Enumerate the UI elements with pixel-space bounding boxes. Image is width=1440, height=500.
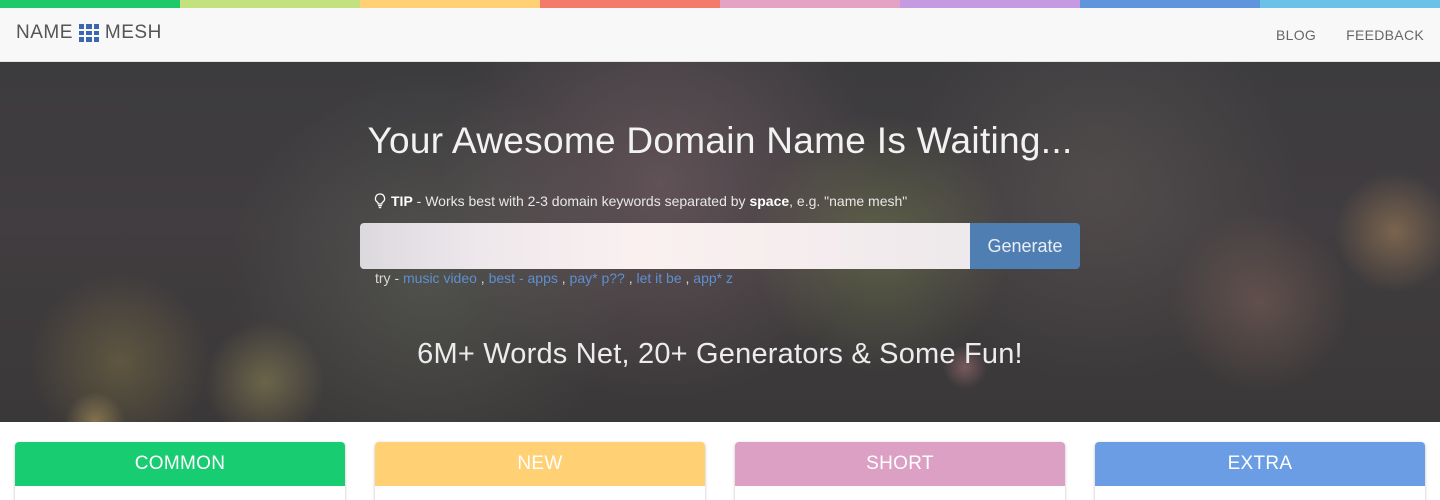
try-example-link[interactable]: best - apps: [489, 270, 558, 286]
try-example-link[interactable]: let it be: [636, 270, 681, 286]
color-strip-segment: [180, 0, 360, 8]
card-header: NEW: [375, 442, 705, 486]
category-cards: COMMON NEW SHORT EXTRA: [0, 442, 1440, 500]
navbar: NAME MESH BLOG FEEDBACK: [0, 8, 1440, 62]
card-header: SHORT: [735, 442, 1065, 486]
tip-text-after: , e.g. "name mesh": [789, 193, 908, 209]
nav-links: BLOG FEEDBACK: [1276, 27, 1424, 43]
generate-button[interactable]: Generate: [970, 223, 1080, 269]
color-strip-segment: [1260, 0, 1440, 8]
logo-text-left: NAME: [16, 22, 73, 43]
lightbulb-icon: [374, 193, 386, 209]
color-strip-segment: [0, 0, 180, 8]
hero-subtitle: 6M+ Words Net, 20+ Generators & Some Fun…: [417, 338, 1023, 370]
tip-text-before: - Works best with 2-3 domain keywords se…: [412, 193, 750, 209]
tip-label: TIP: [391, 193, 413, 209]
domain-keyword-input[interactable]: [360, 223, 970, 269]
card-common[interactable]: COMMON: [15, 442, 345, 500]
tip-line: TIP - Works best with 2-3 domain keyword…: [374, 193, 907, 209]
color-strip-segment: [1080, 0, 1260, 8]
color-strip-segment: [720, 0, 900, 8]
card-header: EXTRA: [1095, 442, 1425, 486]
color-strip-segment: [900, 0, 1080, 8]
card-extra[interactable]: EXTRA: [1095, 442, 1425, 500]
color-strip-segment: [540, 0, 720, 8]
try-example-link[interactable]: app* z: [693, 270, 733, 286]
try-prefix: try -: [375, 270, 400, 286]
card-header: COMMON: [15, 442, 345, 486]
nav-link-feedback[interactable]: FEEDBACK: [1346, 27, 1424, 43]
hero-section: Your Awesome Domain Name Is Waiting... T…: [0, 62, 1440, 422]
card-new[interactable]: NEW: [375, 442, 705, 500]
nav-link-blog[interactable]: BLOG: [1276, 27, 1316, 43]
color-strip: [0, 0, 1440, 8]
logo-link[interactable]: NAME MESH: [16, 22, 162, 44]
logo-text-right: MESH: [104, 22, 162, 43]
card-short[interactable]: SHORT: [735, 442, 1065, 500]
try-example-link[interactable]: pay* p??: [570, 270, 625, 286]
color-strip-segment: [360, 0, 540, 8]
try-example-link[interactable]: music video: [403, 270, 477, 286]
tip-bold-word: space: [749, 193, 790, 209]
try-examples: try - music video , best - apps , pay* p…: [375, 270, 733, 286]
grid-icon: [78, 24, 99, 42]
hero-title: Your Awesome Domain Name Is Waiting...: [367, 120, 1073, 161]
search-row: Generate: [360, 223, 1080, 269]
